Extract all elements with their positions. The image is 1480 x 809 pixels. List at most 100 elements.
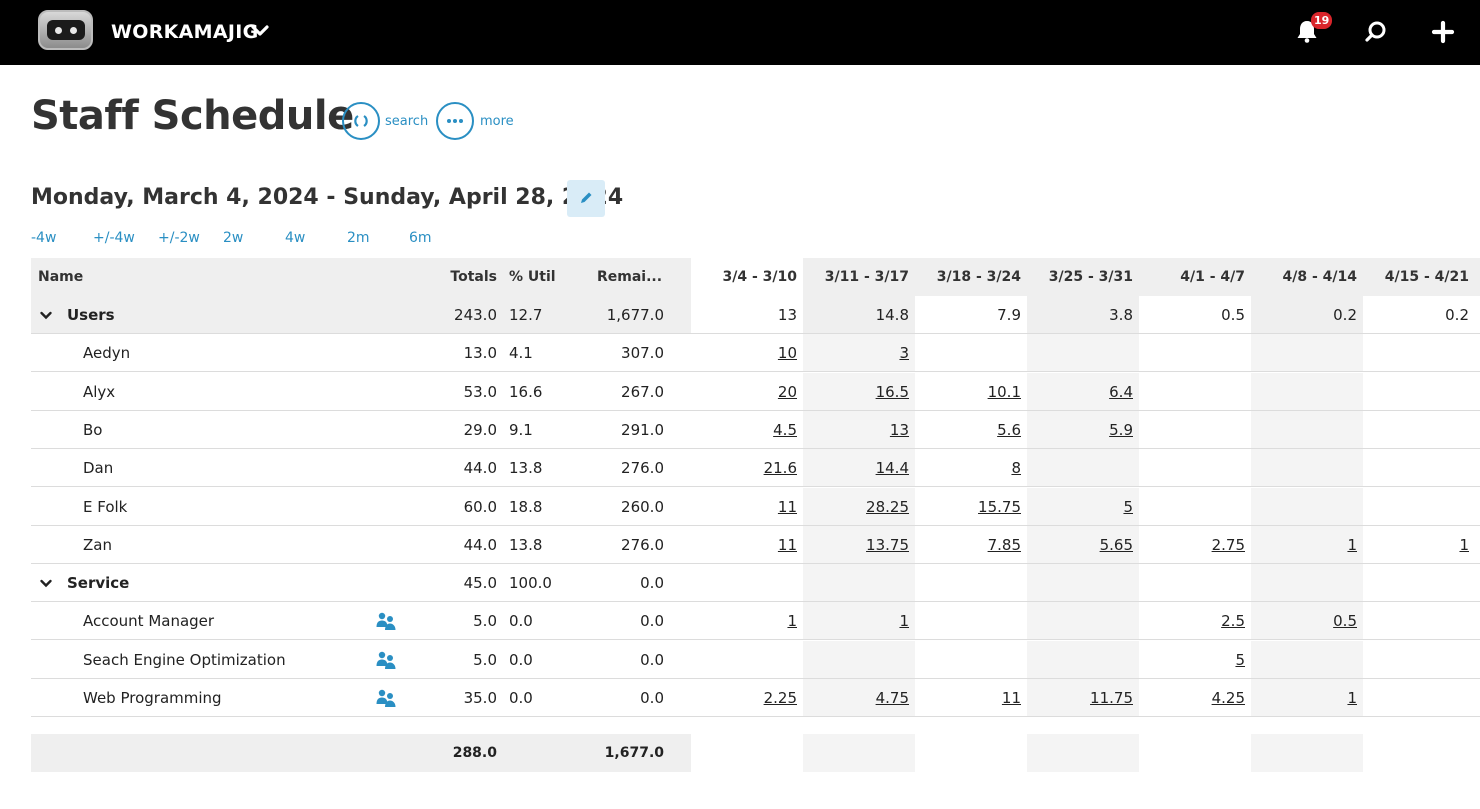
week-hours[interactable]: 4.25 <box>1139 679 1245 716</box>
week-hours[interactable]: 11 <box>691 526 797 563</box>
column-header-week[interactable]: 4/1 - 4/7 <box>1139 258 1245 296</box>
chevron-down-icon[interactable] <box>39 576 53 590</box>
week-hours[interactable]: 6.4 <box>1027 373 1133 410</box>
row-util: 16.6 <box>509 382 543 401</box>
week-hours[interactable]: 10 <box>691 334 797 371</box>
table-row[interactable]: Seach Engine Optimization 5.0 0.0 0.0 5 <box>31 640 1480 679</box>
row-totals: 5.0 <box>473 650 497 669</box>
week-hours[interactable]: 1 <box>691 602 797 639</box>
week-hours[interactable]: 5.9 <box>1027 411 1133 448</box>
week-hours[interactable]: 11.75 <box>1027 679 1133 716</box>
row-remaining: 0.0 <box>640 689 664 707</box>
week-hours[interactable]: 1 <box>1363 526 1469 563</box>
week-hours[interactable]: 14.4 <box>803 449 909 486</box>
week-hours[interactable]: 5.6 <box>915 411 1021 448</box>
search-icon[interactable] <box>1364 20 1388 44</box>
column-header-week[interactable]: 3/11 - 3/17 <box>803 258 909 296</box>
pencil-icon <box>581 192 592 203</box>
row-name[interactable]: Dan <box>83 449 113 486</box>
chevron-down-icon[interactable] <box>39 308 53 322</box>
chevron-down-icon[interactable] <box>249 19 271 41</box>
totals-footer: 288.0 1,677.0 <box>31 734 1480 772</box>
row-name[interactable]: Bo <box>83 411 102 448</box>
assign-staff-icon[interactable] <box>375 688 397 708</box>
range-button[interactable]: 4w <box>285 230 305 246</box>
search-label[interactable]: search <box>385 114 428 129</box>
table-row[interactable]: Dan 44.0 13.8 276.0 21.6 14.4 8 <box>31 449 1480 488</box>
table-row[interactable]: E Folk 60.0 18.8 260.0 11 28.25 15.75 5 <box>31 487 1480 526</box>
table-row[interactable]: Aedyn 13.0 4.1 307.0 10 3 <box>31 334 1480 373</box>
group-name[interactable]: Users <box>67 296 115 333</box>
week-hours[interactable]: 11 <box>691 488 797 525</box>
table-row[interactable]: Account Manager 5.0 0.0 0.0 1 1 2.5 0.5 <box>31 602 1480 641</box>
week-hours[interactable]: 28.25 <box>803 488 909 525</box>
week-hours[interactable]: 13.75 <box>803 526 909 563</box>
assign-staff-icon[interactable] <box>375 650 397 670</box>
range-button[interactable]: +/-2w <box>158 230 200 246</box>
group-name[interactable]: Service <box>67 564 129 601</box>
column-header-name[interactable]: Name <box>38 258 83 296</box>
column-header-week[interactable]: 3/4 - 3/10 <box>691 258 798 296</box>
row-remaining: 1,677.0 <box>606 306 664 324</box>
range-button[interactable]: 2m <box>347 230 370 246</box>
week-hours[interactable]: 2.75 <box>1139 526 1245 563</box>
column-header-totals[interactable]: Totals <box>431 258 497 296</box>
assign-staff-icon[interactable] <box>375 611 397 631</box>
add-icon[interactable] <box>1431 20 1455 44</box>
search-button[interactable] <box>342 102 380 140</box>
week-hours[interactable]: 4.75 <box>803 679 909 716</box>
group-row[interactable]: Users 243.0 12.7 1,677.0 13 14.8 7.9 3.8 0.5 0.2 0… <box>31 296 1480 334</box>
week-hours[interactable]: 1 <box>1251 679 1357 716</box>
row-name[interactable]: Aedyn <box>83 334 130 371</box>
week-hours[interactable]: 3 <box>803 334 909 371</box>
range-button[interactable]: 2w <box>223 230 243 246</box>
week-hours[interactable]: 8 <box>915 449 1021 486</box>
more-button[interactable] <box>436 102 474 140</box>
page-title: Staff Schedule <box>31 93 354 139</box>
row-remaining: 0.0 <box>640 612 664 631</box>
row-name[interactable]: Seach Engine Optimization <box>83 641 286 678</box>
week-hours[interactable]: 7.85 <box>915 526 1021 563</box>
edit-date-button[interactable] <box>567 180 605 217</box>
week-hours[interactable]: 1 <box>803 602 909 639</box>
week-hours[interactable]: 5 <box>1139 641 1245 678</box>
row-name[interactable]: Web Programming <box>83 679 222 716</box>
app-logo[interactable] <box>38 10 93 50</box>
week-hours[interactable]: 2.25 <box>691 679 797 716</box>
table-row[interactable]: Bo 29.0 9.1 291.0 4.5 13 5.6 5.9 <box>31 410 1480 449</box>
week-hours[interactable]: 1 <box>1251 526 1357 563</box>
row-name[interactable]: Alyx <box>83 373 115 410</box>
week-hours[interactable]: 0.5 <box>1251 602 1357 639</box>
week-hours[interactable]: 10.1 <box>915 373 1021 410</box>
app-name[interactable]: WORKAMAJIG <box>111 21 259 43</box>
week-hours[interactable]: 15.75 <box>915 488 1021 525</box>
week-hours[interactable]: 21.6 <box>691 449 797 486</box>
week-hours[interactable]: 5.65 <box>1027 526 1133 563</box>
row-name[interactable]: Account Manager <box>83 602 214 639</box>
week-hours[interactable]: 20 <box>691 373 797 410</box>
table-row[interactable]: Zan 44.0 13.8 276.0 11 13.75 7.85 5.65 2.75 1 1 <box>31 525 1480 564</box>
range-button[interactable]: 6m <box>409 230 432 246</box>
week-hours: 0.5 <box>1221 306 1245 324</box>
more-label[interactable]: more <box>480 114 514 129</box>
row-name[interactable]: Zan <box>83 526 112 563</box>
range-button[interactable]: -4w <box>31 230 56 246</box>
row-totals: 60.0 <box>463 497 497 516</box>
column-header-util[interactable]: % Util <box>509 258 556 296</box>
table-row[interactable]: Alyx 53.0 16.6 267.0 20 16.5 10.1 6.4 <box>31 372 1480 411</box>
week-hours[interactable]: 16.5 <box>803 373 909 410</box>
group-row[interactable]: Service 45.0 100.0 0.0 <box>31 564 1480 603</box>
column-header-week[interactable]: 3/25 - 3/31 <box>1027 258 1133 296</box>
range-button[interactable]: +/-4w <box>93 230 135 246</box>
week-hours[interactable]: 11 <box>915 679 1021 716</box>
week-hours[interactable]: 5 <box>1027 488 1133 525</box>
column-header-remaining[interactable]: Remai... <box>597 258 662 296</box>
row-name[interactable]: E Folk <box>83 488 127 525</box>
column-header-week[interactable]: 4/15 - 4/21 <box>1363 258 1469 296</box>
column-header-week[interactable]: 3/18 - 3/24 <box>915 258 1021 296</box>
column-header-week[interactable]: 4/8 - 4/14 <box>1251 258 1358 296</box>
week-hours[interactable]: 2.5 <box>1139 602 1245 639</box>
week-hours[interactable]: 13 <box>803 411 909 448</box>
table-row[interactable]: Web Programming 35.0 0.0 0.0 2.25 4.75 11 11.75… <box>31 679 1480 717</box>
week-hours[interactable]: 4.5 <box>691 411 797 448</box>
